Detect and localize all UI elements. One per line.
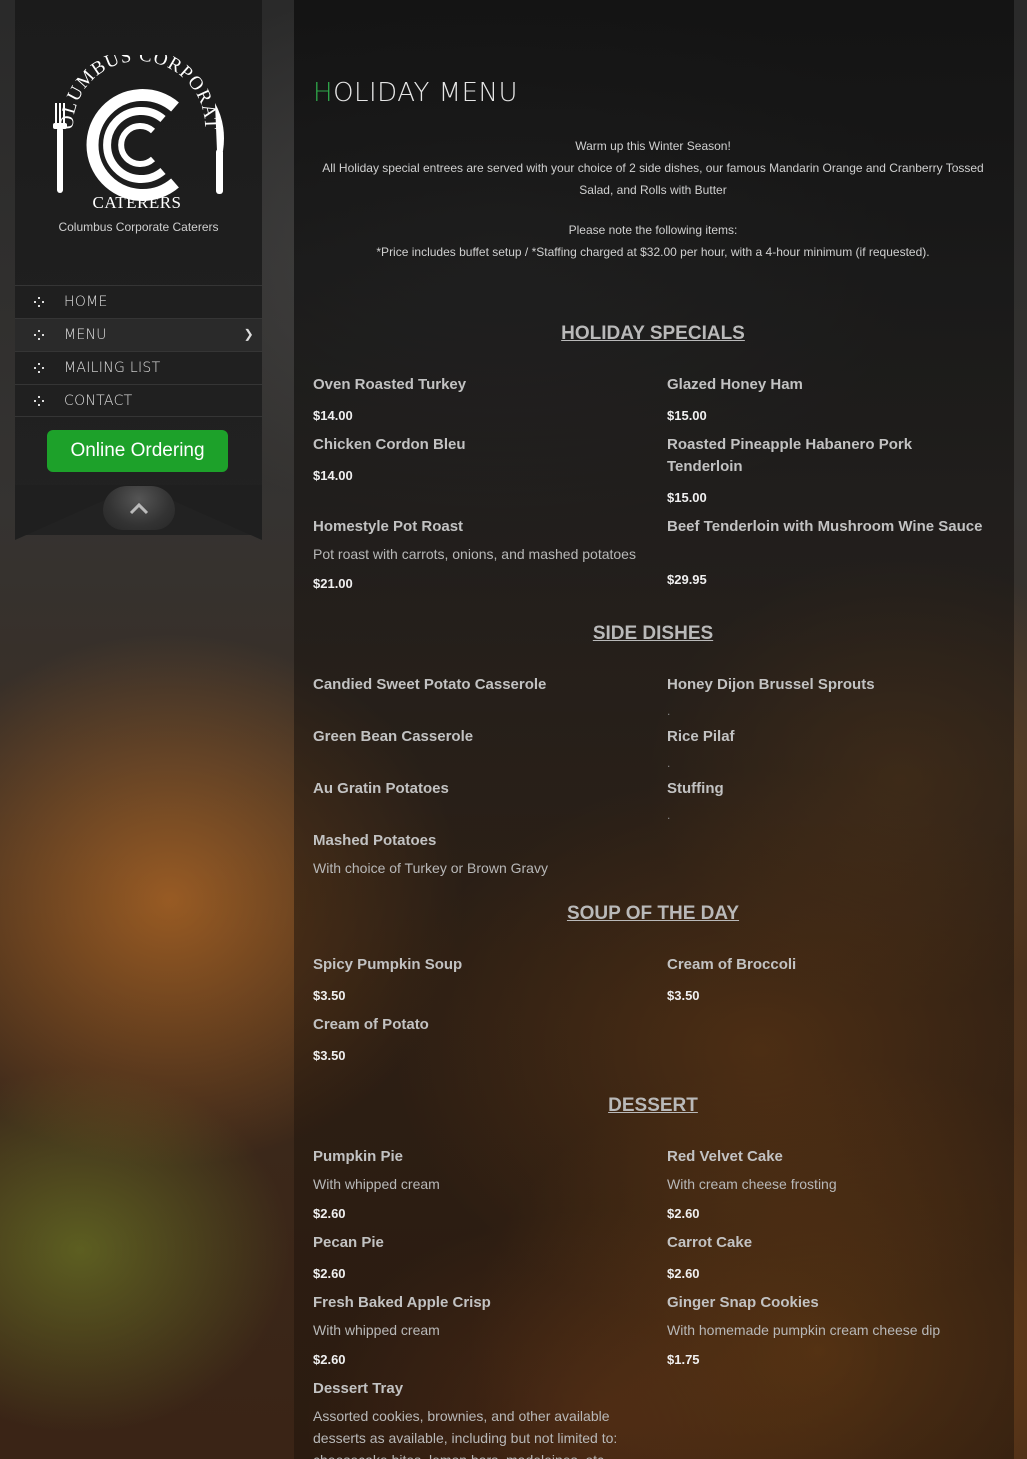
pricing-note: Please note the following items: *Price … xyxy=(376,223,930,259)
menu-item-name: Beef Tenderloin with Mushroom Wine Sauce xyxy=(667,518,983,535)
menu-item-name: Pumpkin Pie xyxy=(313,1148,404,1165)
menu-item-name: Oven Roasted Turkey xyxy=(313,376,467,393)
menu-item-desc: With whipped cream xyxy=(313,1176,440,1192)
svg-text:CATERERS: CATERERS xyxy=(92,193,181,212)
menu-item-name: Glazed Honey Ham xyxy=(667,376,803,393)
menu-item-price: $14.00 xyxy=(313,468,353,483)
menu-item-desc: With whipped cream xyxy=(313,1322,440,1338)
section-title-dessert: DESSERT xyxy=(608,1095,698,1116)
nav-item-menu[interactable]: MENU ❯ xyxy=(15,318,262,351)
page-title: HOLIDAY MENU xyxy=(313,78,518,108)
nav-item-label: MENU xyxy=(64,327,107,343)
menu-item-name: Mashed Potatoes xyxy=(313,832,437,849)
menu-item-price: $15.00 xyxy=(667,408,707,423)
bullet-icon xyxy=(34,396,44,406)
menu-item-price: $3.50 xyxy=(667,988,700,1003)
section-title-specials: HOLIDAY SPECIALS xyxy=(561,323,745,344)
menu-item-name: Honey Dijon Brussel Sprouts xyxy=(667,676,875,693)
menu-item-price: $3.50 xyxy=(313,1048,346,1063)
intro-text: Warm up this Winter Season! All Holiday … xyxy=(322,139,984,197)
menu-item-name: Cream of Potato xyxy=(313,1016,429,1033)
menu-item-name: Spicy Pumpkin Soup xyxy=(313,956,463,973)
menu-item-desc: Assorted cookies, brownies, and other av… xyxy=(313,1408,618,1459)
menu-item-price: $2.60 xyxy=(313,1352,346,1367)
bullet-icon xyxy=(34,330,44,340)
menu-item-price: $21.00 xyxy=(313,576,353,591)
menu-item-desc: . xyxy=(667,808,671,822)
menu-item-name: Carrot Cake xyxy=(667,1234,753,1251)
section-title-soup: SOUP OF THE DAY xyxy=(566,903,740,924)
menu-item-name: Green Bean Casserole xyxy=(313,728,474,745)
nav-item-contact[interactable]: CONTACT xyxy=(15,384,262,417)
menu-item-desc: Pot roast with carrots, onions, and mash… xyxy=(313,546,636,562)
nav-item-home[interactable]: HOME xyxy=(15,285,262,318)
menu-item-price: $15.00 xyxy=(667,490,707,505)
menu-item-name: Chicken Cordon Bleu xyxy=(313,436,466,453)
menu-item-name: Homestyle Pot Roast xyxy=(313,518,464,535)
bullet-icon xyxy=(34,363,44,373)
menu-item-price: $2.60 xyxy=(313,1266,346,1281)
menu-item-name: Red Velvet Cake xyxy=(667,1148,783,1165)
menu-item-desc: With cream cheese frosting xyxy=(667,1176,837,1192)
menu-item-name: Rice Pilaf xyxy=(667,728,735,745)
logo-graphic: COLUMBUS CORPORATE CATERERS xyxy=(28,39,224,212)
menu-item-desc: With choice of Turkey or Brown Gravy xyxy=(313,860,548,876)
menu-item-desc: . xyxy=(667,756,671,770)
online-ordering-button[interactable]: Online Ordering xyxy=(47,430,228,472)
bullet-icon xyxy=(34,297,44,307)
nav-item-mailing-list[interactable]: MAILING LIST xyxy=(15,351,262,384)
menu-item-name: Pecan Pie xyxy=(313,1234,384,1251)
menu-item-name: Ginger Snap Cookies xyxy=(667,1294,819,1311)
menu-item-price: $14.00 xyxy=(313,408,353,423)
nav-item-label: HOME xyxy=(64,294,108,310)
menu-item-price: $3.50 xyxy=(313,988,346,1003)
nav-item-label: MAILING LIST xyxy=(64,360,161,376)
brand-logo[interactable]: COLUMBUS CORPORATE CATERERS xyxy=(28,39,240,215)
menu-item-desc: With homemade pumpkin cream cheese dip xyxy=(667,1322,941,1338)
brand-name: Columbus Corporate Caterers xyxy=(58,220,219,234)
menu-item-name: Cream of Broccoli xyxy=(667,956,797,973)
menu-item-name: Fresh Baked Apple Crisp xyxy=(313,1294,491,1311)
menu-item-price: $2.60 xyxy=(313,1206,346,1221)
menu-item-price: $2.60 xyxy=(667,1266,700,1281)
menu-item-name: Au Gratin Potatoes xyxy=(313,780,449,797)
nav-item-label: CONTACT xyxy=(64,392,133,409)
menu-item-price: $29.95 xyxy=(667,572,707,587)
chevron-right-icon: ❯ xyxy=(243,327,254,341)
scroll-top-button[interactable] xyxy=(103,486,175,530)
menu-item-price: $2.60 xyxy=(667,1206,700,1221)
menu-item-desc: . xyxy=(667,704,671,718)
menu-item-name: Dessert Tray xyxy=(313,1380,404,1397)
menu-item-price: $1.75 xyxy=(667,1352,700,1367)
menu-item-name: Candied Sweet Potato Casserole xyxy=(313,676,547,693)
menu-item-name: Roasted Pineapple Habanero Pork Tenderlo… xyxy=(667,436,913,475)
section-title-sides: SIDE DISHES xyxy=(592,623,714,644)
menu-item-name: Stuffing xyxy=(667,780,724,797)
main-nav: HOME MENU ❯ MAILING LIST CONTACT xyxy=(15,285,262,417)
chevron-up-icon xyxy=(129,502,149,515)
